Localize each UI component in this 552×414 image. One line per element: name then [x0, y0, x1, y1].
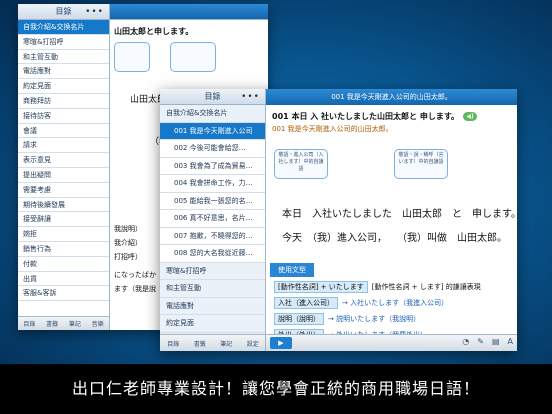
sidebar-lesson-item[interactable]: 003 我會為了成為貿易…: [160, 157, 265, 175]
tab-notes[interactable]: 筆記: [69, 319, 81, 328]
sidebar-item[interactable]: 自我介紹&交換名片: [18, 20, 109, 35]
sidebar-lesson-item[interactable]: 008 您的大名我從近藤…: [160, 245, 265, 263]
sidebar-item[interactable]: 需要考慮: [18, 182, 109, 198]
usage-pattern: [動作性名詞] + いたします: [274, 281, 368, 293]
player-tools: ◔ ✎ ▤ A: [462, 337, 513, 346]
note-bubble: 敬語・進入公司（入社します）中的自謙語: [274, 149, 328, 179]
jp-sentence: 本日 入社いたしました 山田太郎 と 申します。: [282, 209, 517, 220]
usage-word: 入社（進入公司）: [274, 297, 338, 309]
back-usage-line: 打招呼）: [114, 253, 142, 261]
back-note-bubble: [170, 42, 216, 72]
sidebar-item[interactable]: 出貨: [18, 271, 109, 287]
sidebar-lesson-item[interactable]: 004 我會拼命工作，力…: [160, 175, 265, 193]
speed-icon[interactable]: ◔: [462, 337, 469, 346]
sidebar-item[interactable]: 寒暄&打招呼: [18, 34, 109, 50]
sidebar-category[interactable]: 電話應對: [160, 297, 265, 315]
note-icon[interactable]: ▤: [492, 337, 500, 346]
usage-row: 說明（說明） → 説明いたします（我說明）: [266, 309, 517, 325]
sidebar-item[interactable]: 銷售行為: [18, 241, 109, 257]
sidebar-item[interactable]: 會議: [18, 123, 109, 139]
player-bar: ▶ ◔ ✎ ▤ A: [266, 334, 517, 351]
sidebar-item[interactable]: 婉拒: [18, 227, 109, 242]
usage-example: → 入社いたします（我進入公司）: [342, 299, 449, 307]
sidebar-item[interactable]: 電話應對: [18, 64, 109, 80]
front-sidebar-title: 目錄: [204, 92, 221, 101]
tab-settings[interactable]: 設定: [247, 339, 259, 348]
tab-bookmark[interactable]: 書籤: [46, 319, 58, 328]
sidebar-lesson-item[interactable]: 007 抱歉，不曉得您的…: [160, 227, 265, 245]
back-lesson-header: [110, 4, 268, 20]
usage-header: 使用文型: [270, 263, 314, 277]
more-icon[interactable]: •••: [85, 4, 104, 20]
font-size-icon[interactable]: A: [508, 337, 513, 346]
back-usage-line: 我說明）: [114, 225, 142, 233]
back-usage-line: ます（我是說: [114, 285, 156, 293]
edit-icon[interactable]: ✎: [477, 337, 484, 346]
front-tabbar: 目錄 書籤 筆記 設定: [160, 334, 265, 351]
sidebar-item[interactable]: 接待訪客: [18, 108, 109, 124]
sidebar-item[interactable]: 提出疑問: [18, 167, 109, 183]
front-tablet-screen: 目錄 ••• 自我介紹&交換名片 001 我是今天剛進入公司 002 今後可能會給您…: [160, 89, 517, 351]
back-sidebar: 目錄 ••• 自我介紹&交換名片 寒暄&打招呼 和主管互動 電話應對 約定見面 商務拜訪接…: [18, 4, 110, 330]
back-sidebar-title: 目錄: [55, 7, 72, 16]
play-button[interactable]: ▶: [270, 337, 292, 349]
usage-pattern-desc: [動作性名詞 + します] 的謙讓表現: [371, 283, 481, 291]
note-bubble: 敬語・說・稱呼（言います）中的自謙語: [394, 149, 448, 179]
sidebar-lesson-item[interactable]: 005 能給我一張您的名…: [160, 192, 265, 210]
front-sidebar: 目錄 ••• 自我介紹&交換名片 001 我是今天剛進入公司 002 今後可能會給您…: [160, 89, 266, 351]
back-note-bubble: [114, 42, 150, 72]
usage-word: 說明（說明）: [274, 313, 324, 325]
sidebar-item[interactable]: 商務拜訪: [18, 93, 109, 109]
lesson-zh-title: 001 我是今天剛進入公司的山田太郎。: [272, 125, 393, 133]
sidebar-item[interactable]: 客服&客訴: [18, 286, 109, 302]
back-lesson-title: 山田太郎と申します。: [114, 27, 194, 36]
front-sidebar-header: 目錄 •••: [160, 89, 265, 105]
sidebar-item[interactable]: 期待後續發展: [18, 197, 109, 213]
back-tabbar: 目錄 書籤 筆記 音樂: [18, 316, 109, 330]
usage-section: 使用文型 [動作性名詞] + いたします [動作性名詞 + します] 的謙讓表現…: [266, 257, 517, 341]
sidebar-category[interactable]: 和主管互動: [160, 280, 265, 298]
usage-example: → 説明いたします（我說明）: [328, 315, 421, 323]
sidebar-item[interactable]: 付款: [18, 256, 109, 272]
jp-title-text: 001 本日 入 社いたしました山田太郎と 申します。: [272, 112, 460, 121]
back-sidebar-header: 目錄 •••: [18, 4, 109, 20]
back-usage-line: 我介紹）: [114, 239, 142, 247]
sidebar-lesson-item[interactable]: 002 今後可能會給您…: [160, 140, 265, 158]
sidebar-item[interactable]: 表示意見: [18, 153, 109, 168]
sidebar-category[interactable]: 寒暄&打招呼: [160, 262, 265, 280]
back-usage-line: になったばか: [114, 271, 157, 279]
front-main-content: 001 我是今天剛進入公司的山田太郎。 001 本日 入 社いたしました山田太郎…: [266, 89, 517, 351]
tab-toc[interactable]: 目錄: [167, 339, 179, 348]
tab-bookmark[interactable]: 書籤: [194, 339, 206, 348]
usage-row: 入社（進入公司） → 入社いたします（我進入公司）: [266, 293, 517, 309]
sidebar-category[interactable]: 自我介紹&交換名片: [160, 105, 265, 123]
zh-sentence: 今天 （我）進入公司， （我）叫做 山田太郎。: [282, 233, 507, 244]
more-icon[interactable]: •••: [241, 89, 260, 105]
sidebar-item[interactable]: 約定見面: [18, 79, 109, 94]
lesson-jp-title: 001 本日 入 社いたしました山田太郎と 申します。 ◀): [266, 105, 517, 122]
speaker-icon[interactable]: ◀): [463, 112, 478, 121]
tab-notes[interactable]: 筆記: [220, 339, 232, 348]
sidebar-lesson-item[interactable]: 001 我是今天剛進入公司: [160, 122, 265, 140]
promo-caption: 出口仁老師專業設計！讓您學會正統的商用職場日語！: [0, 364, 552, 414]
tab-music[interactable]: 音樂: [92, 319, 104, 328]
sidebar-item[interactable]: 接受辭讓: [18, 212, 109, 228]
sidebar-item[interactable]: 和主管互動: [18, 49, 109, 65]
tab-toc[interactable]: 目錄: [23, 319, 35, 328]
sidebar-item[interactable]: 請求: [18, 138, 109, 154]
sidebar-lesson-item[interactable]: 006 真不好意思，名片…: [160, 210, 265, 228]
lesson-header: 001 我是今天剛進入公司的山田太郎。: [266, 89, 517, 105]
sidebar-category[interactable]: 約定見面: [160, 315, 265, 333]
usage-row: [動作性名詞] + いたします [動作性名詞 + します] 的謙讓表現: [266, 277, 517, 293]
